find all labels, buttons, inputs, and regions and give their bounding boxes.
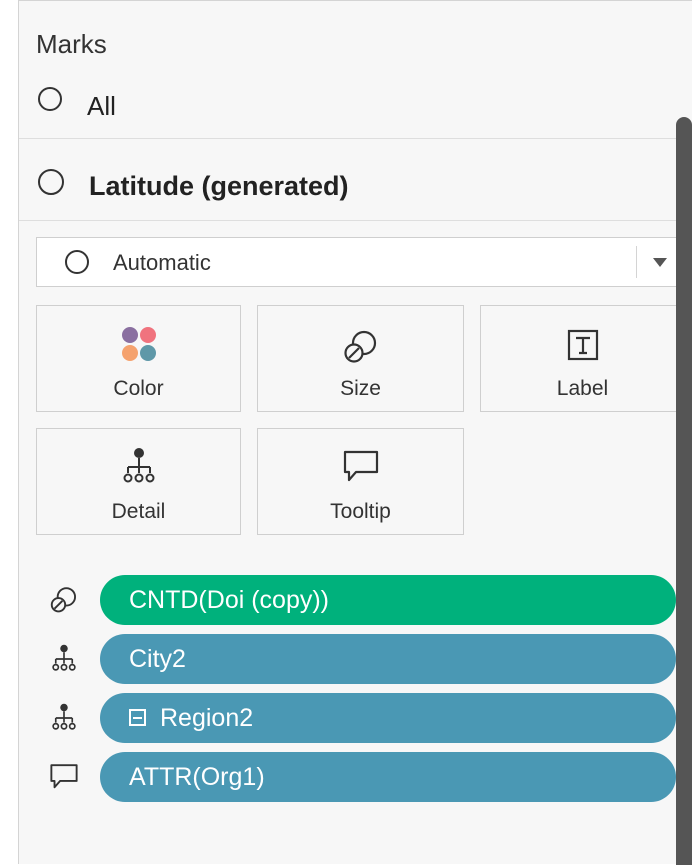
mark-type-dropdown[interactable]: Automatic [36, 237, 684, 287]
size-button[interactable]: Size [257, 305, 464, 412]
field-pill-label: ATTR(Org1) [129, 763, 265, 791]
field-row-cntd: CNTD(Doi (copy)) [19, 575, 692, 627]
marks-title: Marks [36, 29, 107, 59]
color-button[interactable]: Color [36, 305, 241, 412]
detail-hierarchy-icon [52, 703, 76, 730]
latitude-layer-label: Latitude (generated) [89, 171, 349, 201]
all-radio-icon[interactable] [38, 87, 62, 111]
detail-label: Detail [111, 500, 166, 523]
label-label: Label [556, 377, 609, 400]
field-pill-region2[interactable]: Region2 [100, 693, 676, 743]
collapse-hierarchy-icon[interactable] [129, 709, 146, 727]
chevron-down-icon[interactable] [653, 258, 667, 267]
label-button[interactable]: Label [480, 305, 685, 412]
vertical-scrollbar[interactable] [676, 117, 692, 865]
size-icon [50, 587, 76, 613]
color-palette-icon [121, 327, 156, 361]
tooltip-speech-icon [343, 450, 378, 482]
tooltip-button[interactable]: Tooltip [257, 428, 464, 535]
detail-hierarchy-icon [123, 448, 154, 483]
divider [19, 220, 692, 221]
all-label: All [87, 91, 116, 121]
detail-hierarchy-icon [52, 644, 76, 671]
text-label-icon [567, 329, 598, 361]
tooltip-speech-icon [50, 764, 78, 789]
mark-type-value: Automatic [113, 250, 211, 275]
tooltip-label: Tooltip [330, 500, 391, 523]
field-row-attr-org1: ATTR(Org1) [19, 752, 692, 804]
detail-button[interactable]: Detail [36, 428, 241, 535]
color-label: Color [113, 377, 164, 400]
field-pill-city2[interactable]: City2 [100, 634, 676, 684]
field-pill-cntd[interactable]: CNTD(Doi (copy)) [100, 575, 676, 625]
mark-type-circle-icon [65, 250, 89, 274]
field-pill-attr-org1[interactable]: ATTR(Org1) [100, 752, 676, 802]
field-row-city2: City2 [19, 634, 692, 686]
field-pill-label: CNTD(Doi (copy)) [129, 586, 329, 614]
field-row-region2: Region2 [19, 693, 692, 745]
size-label: Size [340, 377, 381, 400]
dropdown-separator [636, 246, 637, 278]
latitude-radio-icon[interactable] [38, 169, 64, 195]
field-pill-label: City2 [129, 645, 186, 673]
marks-card-panel: Marks All Latitude (generated) Automatic… [18, 0, 692, 865]
field-pill-label: Region2 [160, 704, 254, 732]
divider [19, 138, 692, 139]
size-icon [343, 330, 376, 363]
